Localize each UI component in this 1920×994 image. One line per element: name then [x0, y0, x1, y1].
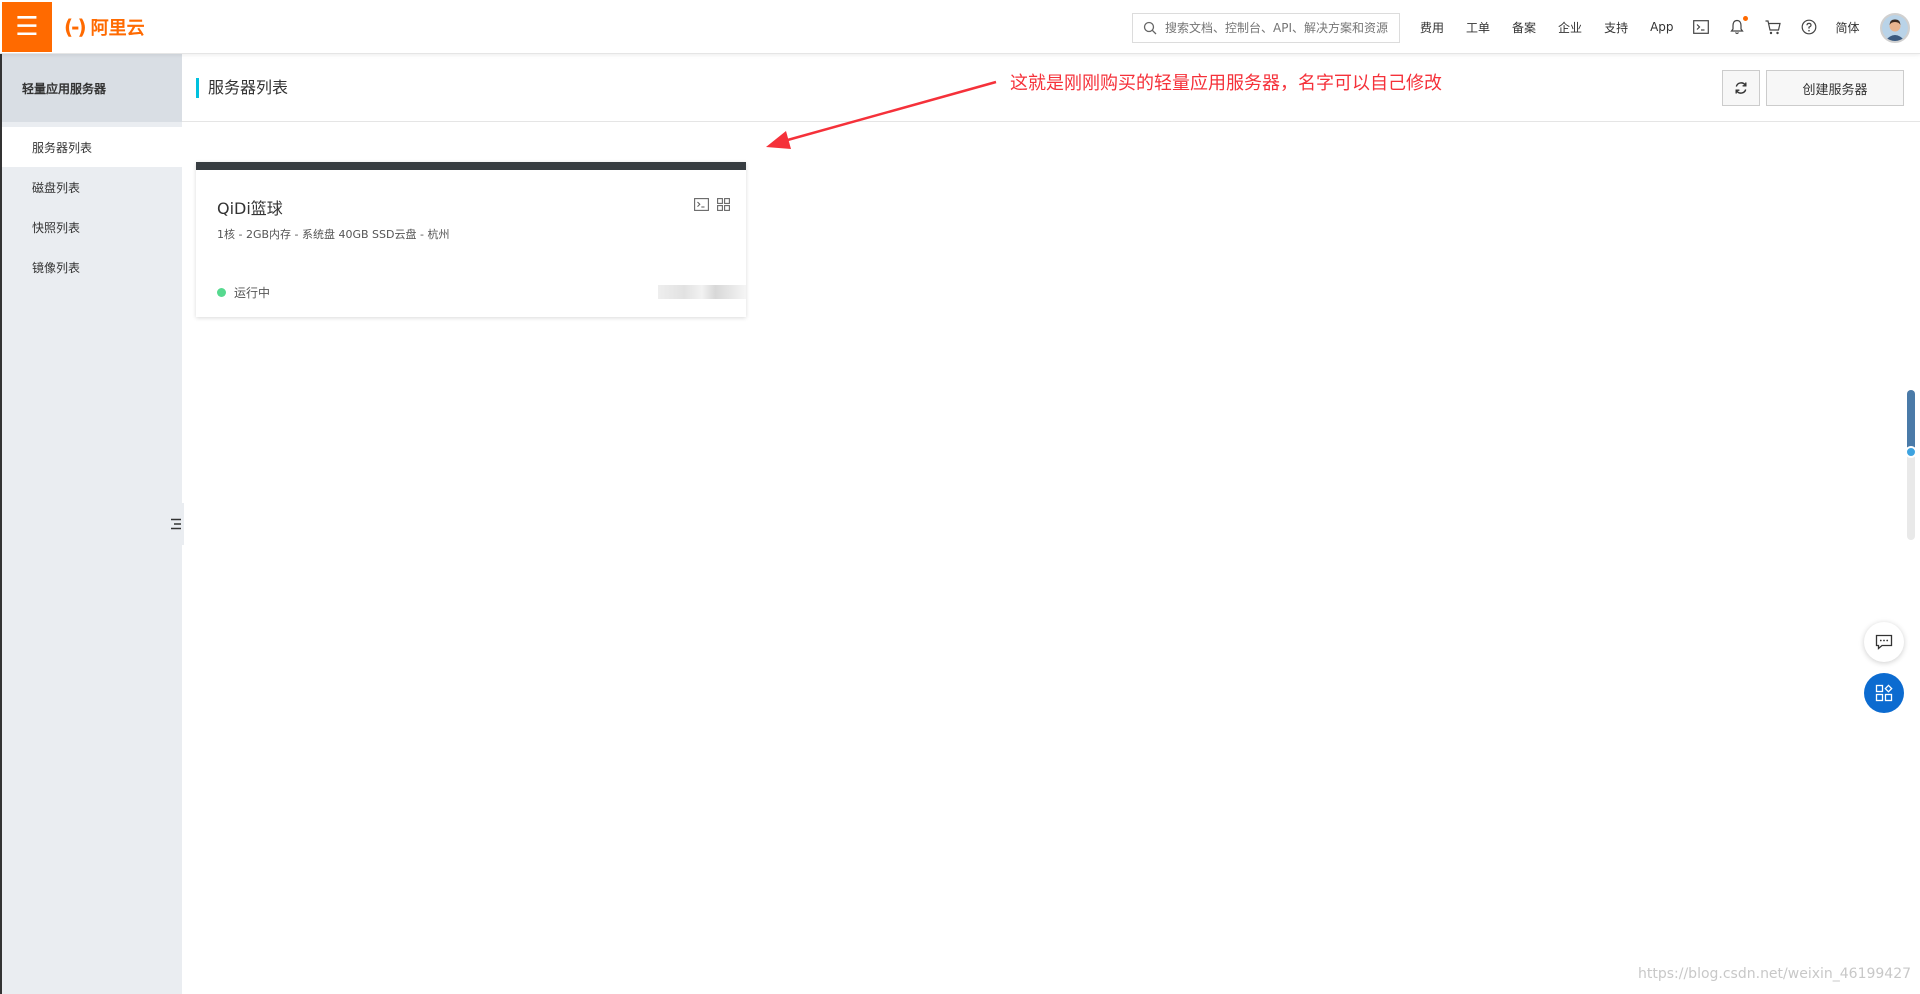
title-accent-bar — [196, 78, 199, 98]
chat-button[interactable] — [1864, 622, 1904, 662]
terminal-icon[interactable] — [1692, 18, 1710, 36]
page-title: 服务器列表 — [208, 78, 289, 97]
avatar[interactable] — [1880, 13, 1910, 43]
sidebar-item-server-list[interactable]: 服务器列表 — [2, 127, 182, 167]
nav-ticket[interactable]: 工单 — [1466, 19, 1490, 36]
nav-app[interactable]: App — [1650, 20, 1673, 34]
refresh-button[interactable] — [1722, 70, 1760, 106]
aliyun-logo[interactable]: (-) 阿里云 — [64, 14, 145, 40]
annotation-text: 这就是刚刚购买的轻量应用服务器，名字可以自己修改 — [1010, 73, 1442, 94]
help-icon[interactable] — [1800, 18, 1818, 36]
server-spec: 1核 - 2GB内存 - 系统盘 40GB SSD云盘 - 杭州 — [217, 228, 450, 241]
status-text: 运行中 — [234, 286, 271, 300]
language-switch[interactable]: 简体 — [1836, 19, 1860, 36]
server-status: 运行中 — [217, 284, 270, 301]
create-server-button[interactable]: 创建服务器 — [1766, 70, 1904, 106]
nav-enterprise[interactable]: 企业 — [1558, 19, 1582, 36]
sidebar: 轻量应用服务器 服务器列表 磁盘列表 快照列表 镜像列表 — [0, 54, 182, 994]
sidebar-item-snapshot-list[interactable]: 快照列表 — [2, 207, 182, 247]
main-content: 服务器列表 这就是刚刚购买的轻量应用服务器，名字可以自己修改 创建服务器 QiD… — [182, 54, 1920, 994]
page-header: 服务器列表 这就是刚刚购买的轻量应用服务器，名字可以自己修改 创建服务器 — [182, 54, 1920, 122]
scroll-knob[interactable] — [1905, 446, 1917, 458]
server-name[interactable]: QiDi篮球 — [217, 195, 283, 219]
nav-billing[interactable]: 费用 — [1420, 19, 1444, 36]
top-bar: ☰ (-) 阿里云 费用 工单 备案 企业 支持 App 简体 — [0, 0, 1920, 54]
search-icon — [1143, 21, 1157, 35]
chat-icon — [1875, 634, 1893, 650]
sidebar-title: 轻量应用服务器 — [2, 54, 182, 122]
sidebar-item-image-list[interactable]: 镜像列表 — [2, 247, 182, 287]
nav-icp[interactable]: 备案 — [1512, 19, 1536, 36]
quick-apps-button[interactable] — [1864, 673, 1904, 713]
apps-icon — [1875, 684, 1893, 702]
status-dot — [217, 288, 226, 297]
logo-text: 阿里云 — [90, 18, 145, 39]
server-card[interactable]: QiDi篮球 1核 - 2GB内存 - 系统盘 40GB SSD云盘 - 杭州 … — [196, 162, 746, 317]
watermark: https://blog.csdn.net/weixin_46199427 — [1638, 966, 1912, 982]
logo-mark: (-) — [64, 15, 87, 39]
cart-icon[interactable] — [1764, 18, 1782, 36]
notification-dot — [1742, 16, 1748, 21]
search-input[interactable] — [1165, 21, 1390, 35]
top-nav: 费用 工单 备案 企业 支持 App 简体 — [1420, 0, 1882, 54]
collapse-icon — [171, 518, 181, 530]
remote-connect-icon[interactable] — [694, 196, 709, 215]
nav-support[interactable]: 支持 — [1604, 19, 1628, 36]
sidebar-item-disk-list[interactable]: 磁盘列表 — [2, 167, 182, 207]
refresh-icon — [1735, 82, 1747, 94]
menu-icon[interactable]: ☰ — [2, 2, 52, 52]
card-actions — [694, 196, 730, 215]
scroll-thumb[interactable] — [1907, 390, 1915, 452]
server-ip-blurred — [658, 285, 746, 299]
search-box[interactable] — [1132, 13, 1400, 43]
grid-apps-icon[interactable] — [717, 196, 730, 215]
bell-icon[interactable] — [1728, 16, 1748, 36]
